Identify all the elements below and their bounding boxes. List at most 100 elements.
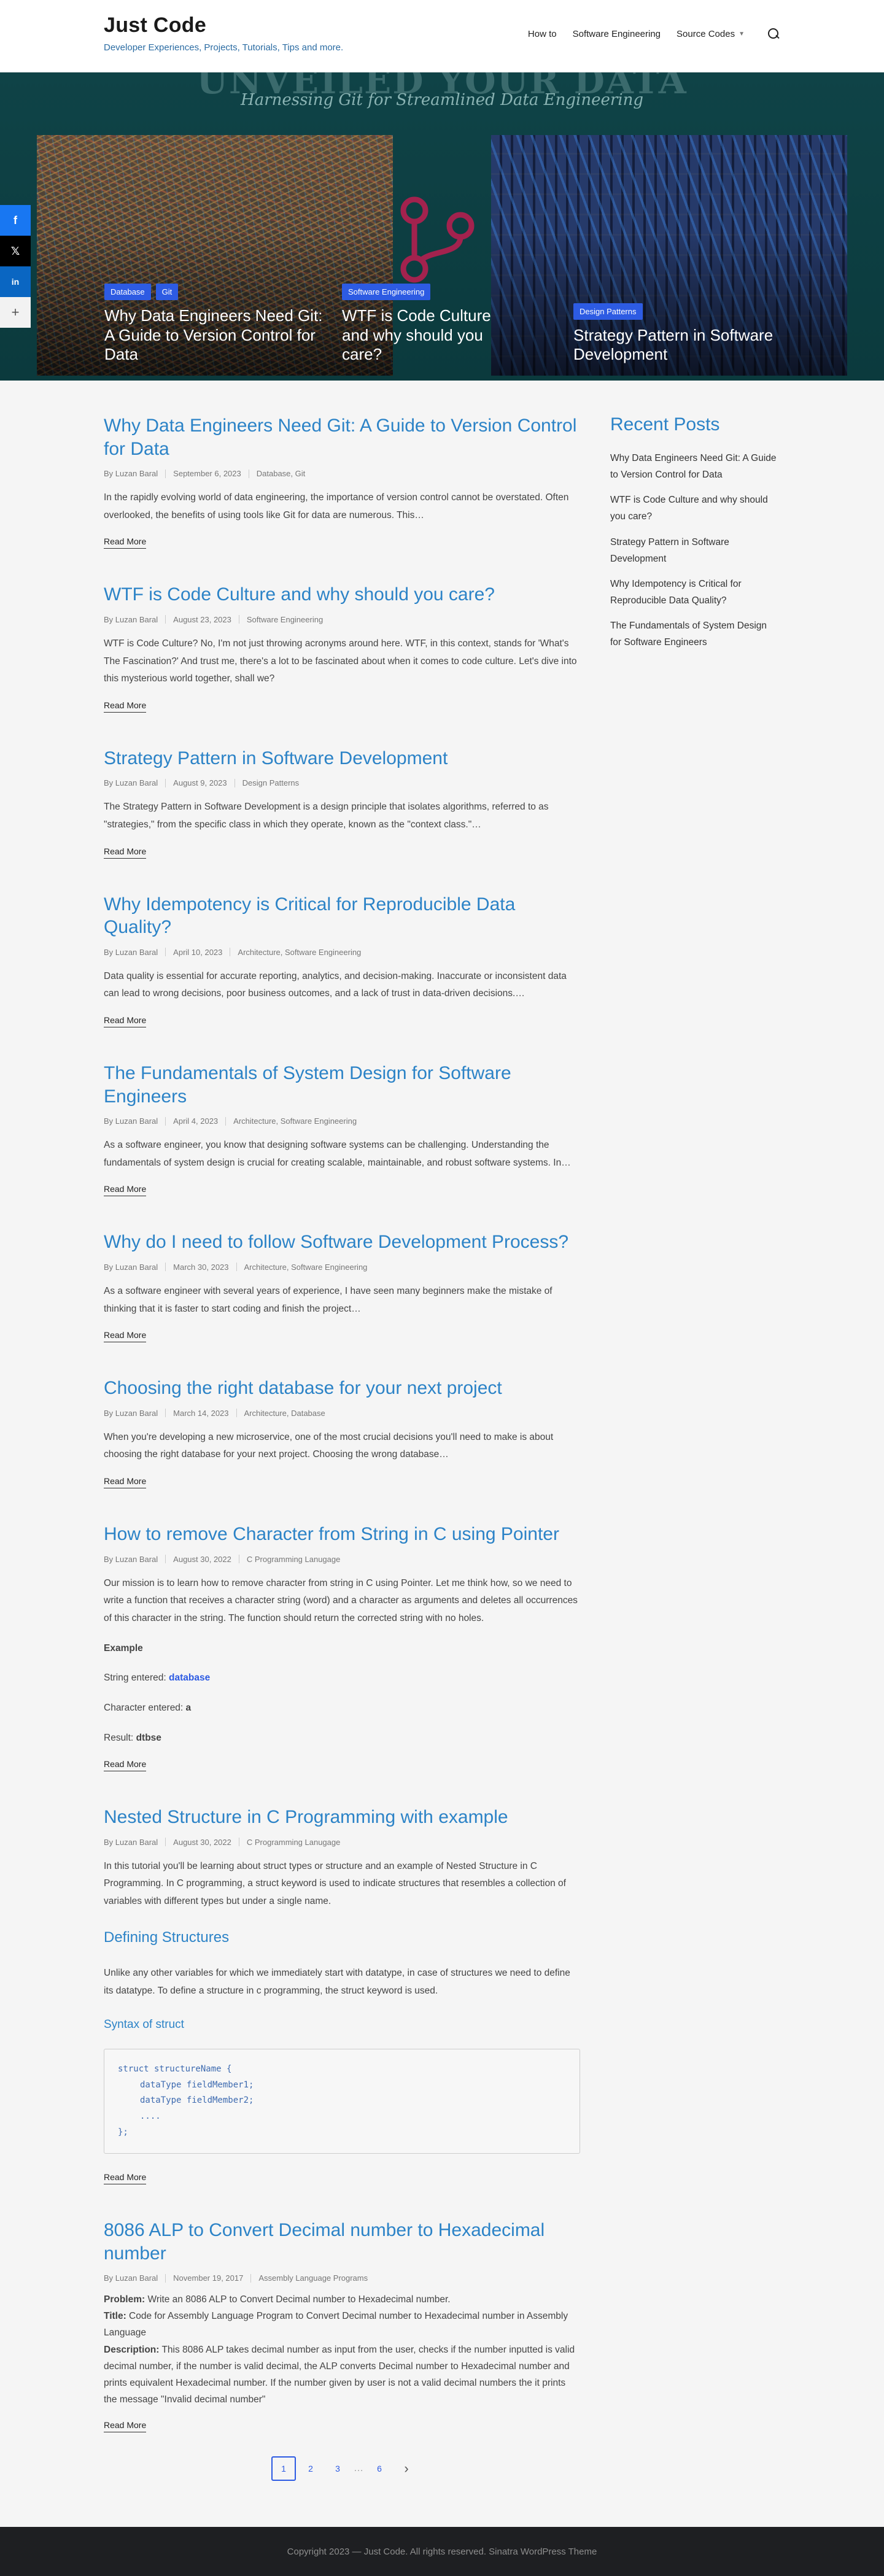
- post-author[interactable]: By Luzan Baral: [104, 1409, 158, 1418]
- post-title[interactable]: Choosing the right database for your nex…: [104, 1377, 580, 1400]
- post-meta: By Luzan Baral March 30, 2023 Architecture…: [104, 1263, 580, 1272]
- pagination: 1 2 3 … 6 ›: [271, 2456, 419, 2481]
- post-date[interactable]: April 10, 2023: [173, 948, 222, 957]
- nav-software-engineering[interactable]: Software Engineering: [573, 29, 661, 39]
- x-share-button[interactable]: 𝕏: [0, 236, 31, 266]
- post-categories[interactable]: Database, Git: [257, 469, 306, 478]
- read-more-link[interactable]: Read More: [104, 1015, 147, 1028]
- post-categories[interactable]: C Programming Lanugage: [247, 1838, 340, 1847]
- post-author[interactable]: By Luzan Baral: [104, 469, 158, 478]
- more-share-button[interactable]: +: [0, 297, 31, 328]
- read-more-link[interactable]: Read More: [104, 1759, 147, 1772]
- hero-slide-2[interactable]: Software Engineering WTF is Code Culture…: [313, 135, 516, 376]
- page-3-button[interactable]: 3: [325, 2456, 350, 2481]
- post-excerpt: In this tutorial you'll be learning abou…: [104, 1858, 580, 2154]
- category-tag[interactable]: Git: [155, 283, 179, 300]
- post-list: Why Data Engineers Need Git: A Guide to …: [104, 414, 580, 2467]
- search-icon[interactable]: [767, 27, 780, 41]
- post-excerpt: Our mission is to learn how to remove ch…: [104, 1575, 580, 1747]
- string-entered: String entered: database: [104, 1669, 580, 1687]
- post-categories[interactable]: Architecture, Software Engineering: [233, 1116, 357, 1126]
- site-title[interactable]: Just Code: [104, 14, 343, 37]
- post-item: Why do I need to follow Software Develop…: [104, 1231, 580, 1343]
- post-item: Why Idempotency is Critical for Reproduc…: [104, 893, 580, 1028]
- post-author[interactable]: By Luzan Baral: [104, 1263, 158, 1272]
- read-more-link[interactable]: Read More: [104, 700, 147, 713]
- read-more-link[interactable]: Read More: [104, 2172, 147, 2185]
- post-title[interactable]: Strategy Pattern in Software Development: [104, 747, 580, 770]
- nav-how-to[interactable]: How to: [528, 29, 557, 39]
- post-date[interactable]: August 30, 2022: [173, 1555, 231, 1564]
- divider: [165, 948, 166, 957]
- sidebar: Recent Posts Why Data Engineers Need Git…: [610, 414, 780, 659]
- post-title[interactable]: Why do I need to follow Software Develop…: [104, 1231, 580, 1254]
- post-item: 8086 ALP to Convert Decimal number to He…: [104, 2219, 580, 2432]
- post-title[interactable]: WTF is Code Culture and why should you c…: [104, 583, 580, 606]
- post-categories[interactable]: Architecture, Database: [244, 1409, 325, 1418]
- facebook-share-button[interactable]: f: [0, 205, 31, 236]
- post-date[interactable]: August 30, 2022: [173, 1838, 231, 1847]
- hero-slide-3[interactable]: Design Patterns Strategy Pattern in Soft…: [491, 135, 847, 376]
- recent-post-link[interactable]: Strategy Pattern in Software Development: [610, 534, 780, 567]
- post-title[interactable]: Why Idempotency is Critical for Reproduc…: [104, 893, 580, 939]
- site-footer: Copyright 2023 — Just Code. All rights r…: [0, 2527, 884, 2576]
- post-categories[interactable]: Assembly Language Programs: [258, 2273, 368, 2283]
- post-author[interactable]: By Luzan Baral: [104, 948, 158, 957]
- post-date[interactable]: April 4, 2023: [173, 1116, 218, 1126]
- slide-title[interactable]: WTF is Code Culture and why should you c…: [342, 306, 510, 365]
- category-tag[interactable]: Software Engineering: [342, 283, 431, 300]
- next-page-icon[interactable]: ›: [394, 2456, 419, 2481]
- plus-icon: +: [11, 304, 20, 320]
- read-more-link[interactable]: Read More: [104, 536, 147, 549]
- post-meta: By Luzan Baral April 10, 2023 Architecture…: [104, 948, 580, 957]
- post-title[interactable]: How to remove Character from String in C…: [104, 1523, 580, 1546]
- read-more-link[interactable]: Read More: [104, 2420, 147, 2432]
- read-more-link[interactable]: Read More: [104, 1184, 147, 1197]
- post-author[interactable]: By Luzan Baral: [104, 2273, 158, 2283]
- problem-label: Problem:: [104, 2294, 145, 2305]
- recent-post-link[interactable]: The Fundamentals of System Design for So…: [610, 617, 780, 651]
- read-more-link[interactable]: Read More: [104, 1476, 147, 1489]
- linkedin-share-button[interactable]: in: [0, 266, 31, 297]
- post-title[interactable]: Why Data Engineers Need Git: A Guide to …: [104, 414, 580, 460]
- page-6-button[interactable]: 6: [367, 2456, 392, 2481]
- recent-post-link[interactable]: WTF is Code Culture and why should you c…: [610, 492, 780, 525]
- post-title[interactable]: Nested Structure in C Programming with e…: [104, 1806, 580, 1829]
- string-value-link[interactable]: database: [169, 1673, 210, 1683]
- post-date[interactable]: August 23, 2023: [173, 615, 231, 624]
- title-text: Code for Assembly Language Program to Co…: [104, 2311, 568, 2338]
- post-title[interactable]: 8086 ALP to Convert Decimal number to He…: [104, 2219, 580, 2265]
- post-date[interactable]: November 19, 2017: [173, 2273, 243, 2283]
- post-excerpt: As a software engineer, you know that de…: [104, 1140, 571, 1168]
- read-more-link[interactable]: Read More: [104, 1330, 147, 1343]
- post-date[interactable]: March 30, 2023: [173, 1263, 228, 1272]
- category-tag[interactable]: Database: [104, 283, 151, 300]
- post-categories[interactable]: Software Engineering: [247, 615, 323, 624]
- recent-post-link[interactable]: Why Idempotency is Critical for Reproduc…: [610, 576, 780, 609]
- slide-title[interactable]: Strategy Pattern in Software Development: [573, 326, 798, 365]
- post-author[interactable]: By Luzan Baral: [104, 1555, 158, 1564]
- post-author[interactable]: By Luzan Baral: [104, 1116, 158, 1126]
- post-date[interactable]: March 14, 2023: [173, 1409, 228, 1418]
- post-categories[interactable]: C Programming Lanugage: [247, 1555, 340, 1564]
- slide-title[interactable]: Why Data Engineers Need Git: A Guide to …: [104, 306, 332, 365]
- post-date[interactable]: August 9, 2023: [173, 778, 227, 787]
- post-categories[interactable]: Architecture, Software Engineering: [244, 1263, 368, 1272]
- post-categories[interactable]: Architecture, Software Engineering: [238, 948, 361, 957]
- recent-post-link[interactable]: Why Data Engineers Need Git: A Guide to …: [610, 450, 780, 483]
- category-tag[interactable]: Design Patterns: [573, 303, 643, 320]
- tag-row: Database Git: [104, 283, 332, 300]
- post-categories[interactable]: Design Patterns: [242, 778, 300, 787]
- nav-source-codes[interactable]: Source Codes ▼: [677, 29, 745, 39]
- page-2-button[interactable]: 2: [298, 2456, 323, 2481]
- read-more-link[interactable]: Read More: [104, 846, 147, 859]
- post-author[interactable]: By Luzan Baral: [104, 1838, 158, 1847]
- post-title[interactable]: The Fundamentals of System Design for So…: [104, 1062, 580, 1108]
- x-icon: 𝕏: [10, 244, 20, 257]
- post-author[interactable]: By Luzan Baral: [104, 778, 158, 787]
- description-line: Description: This 8086 ALP takes decimal…: [104, 2342, 580, 2408]
- post-author[interactable]: By Luzan Baral: [104, 615, 158, 624]
- excerpt-paragraph: Unlike any other variables for which we …: [104, 1968, 570, 1996]
- page-1-button[interactable]: 1: [271, 2456, 296, 2481]
- post-date[interactable]: September 6, 2023: [173, 469, 241, 478]
